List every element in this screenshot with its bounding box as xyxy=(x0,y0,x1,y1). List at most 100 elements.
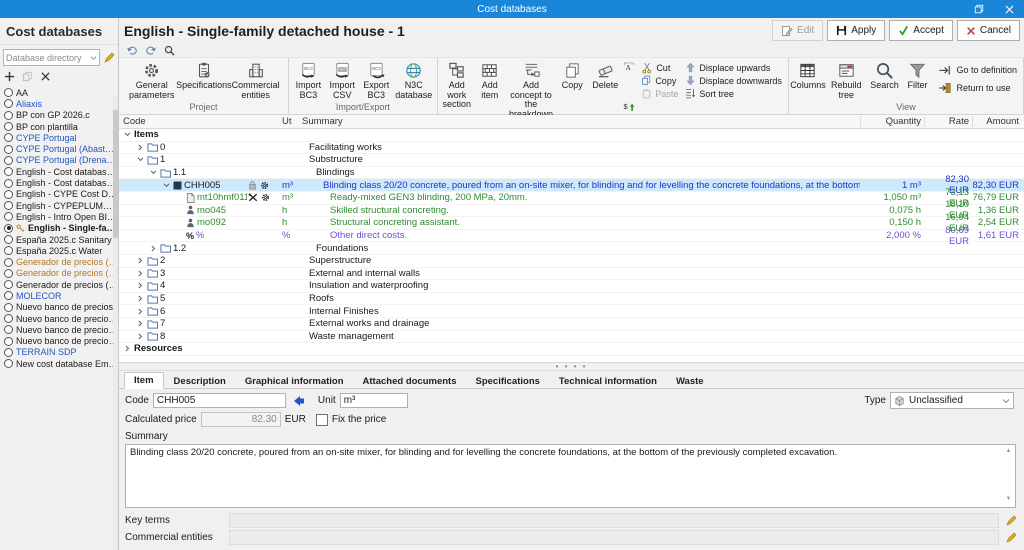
edit-directory-pencil-icon[interactable] xyxy=(103,52,115,64)
copy-button[interactable]: Copy xyxy=(638,74,681,87)
column-amount[interactable]: Amount xyxy=(972,116,1024,127)
sidebar-item[interactable]: CYPE Portugal xyxy=(0,132,118,143)
table-row[interactable]: mo092hStructural concreting assistant.0,… xyxy=(119,217,1024,230)
cancel-button[interactable]: Cancel xyxy=(957,20,1020,41)
radio-icon[interactable] xyxy=(4,133,13,142)
sidebar-item[interactable]: MOLECOR xyxy=(0,290,118,301)
chevron-collapsed-icon[interactable] xyxy=(136,270,145,277)
sidebar-item[interactable]: Generador de precios (sumin... xyxy=(0,268,118,279)
chevron-collapsed-icon[interactable] xyxy=(136,320,145,327)
sidebar-item[interactable]: TERRAIN SDP xyxy=(0,347,118,358)
chevron-collapsed-icon[interactable] xyxy=(136,144,145,151)
rebuild-tree-button[interactable]: Rebuild tree xyxy=(825,59,867,102)
radio-icon[interactable] xyxy=(4,122,13,131)
tab-technical-information[interactable]: Technical information xyxy=(550,374,666,389)
chevron-expanded-icon[interactable] xyxy=(162,183,171,188)
chevron-collapsed-icon[interactable] xyxy=(123,345,132,352)
table-row[interactable]: %%%Other direct costs.2,000 %80,69 EUR1,… xyxy=(119,230,1024,243)
radio-icon[interactable] xyxy=(4,325,13,334)
specifications-button[interactable]: Specifications xyxy=(183,59,226,102)
key-terms-field[interactable] xyxy=(229,513,999,528)
sidebar-item[interactable]: English - Cost databases - 1 xyxy=(0,177,118,188)
column-summary[interactable]: Summary xyxy=(302,116,860,127)
general-parameters-button[interactable]: General parameters xyxy=(122,59,182,102)
radio-icon[interactable] xyxy=(4,280,13,289)
table-row[interactable]: 1.2Foundations xyxy=(119,242,1024,255)
table-row[interactable]: 6Internal Finishes xyxy=(119,305,1024,318)
chevron-collapsed-icon[interactable] xyxy=(136,257,145,264)
sidebar-item[interactable]: English - Single-family d... xyxy=(0,223,118,234)
table-row[interactable]: 2Superstructure xyxy=(119,255,1024,268)
radio-icon[interactable] xyxy=(4,167,13,176)
tab-waste[interactable]: Waste xyxy=(667,374,713,389)
chevron-collapsed-icon[interactable] xyxy=(136,282,145,289)
redo-icon[interactable] xyxy=(145,45,157,56)
sort-tree-button[interactable]: Sort tree xyxy=(682,87,785,100)
paste-button[interactable]: Paste xyxy=(638,87,681,100)
undo-icon[interactable] xyxy=(126,45,138,56)
select-a-button[interactable]: A xyxy=(622,61,637,77)
sidebar-item[interactable]: España 2025.c Sanitary xyxy=(0,234,118,245)
export-bc3-button[interactable]: BC3Export BC3 xyxy=(360,59,393,102)
sidebar-item[interactable]: AA xyxy=(0,87,118,98)
radio-icon[interactable] xyxy=(4,111,13,120)
import-bc3-button[interactable]: BC3Import BC3 xyxy=(292,59,325,102)
sidebar-item[interactable]: Nuevo banco de precios a p... xyxy=(0,313,118,324)
table-row[interactable]: 4Insulation and waterproofing xyxy=(119,280,1024,293)
unit-input[interactable]: m³ xyxy=(340,393,408,408)
chevron-expanded-icon[interactable] xyxy=(123,132,132,137)
summary-textarea[interactable]: Blinding class 20/20 concrete, poured fr… xyxy=(125,444,1016,508)
table-row[interactable]: 1.1Blindings xyxy=(119,167,1024,180)
radio-icon[interactable] xyxy=(4,303,13,312)
return-to-use-button[interactable]: Return to use xyxy=(934,79,1020,97)
radio-icon[interactable] xyxy=(4,314,13,323)
sidebar-item[interactable]: English - CYPE Cost Databas... xyxy=(0,189,118,200)
table-row[interactable]: 0Facilitating works xyxy=(119,142,1024,155)
radio-icon[interactable] xyxy=(4,258,13,267)
column-ut[interactable]: Ut xyxy=(282,116,302,127)
tab-description[interactable]: Description xyxy=(165,374,235,389)
radio-icon[interactable] xyxy=(4,291,13,300)
columns-button[interactable]: Columns xyxy=(792,59,824,102)
edit-key-terms-button[interactable] xyxy=(1003,513,1018,528)
edit-commercial-entities-button[interactable] xyxy=(1003,530,1018,545)
table-row[interactable]: 8Waste management xyxy=(119,331,1024,344)
add-work-section-button[interactable]: Add work section xyxy=(441,59,473,119)
sidebar-item[interactable]: New cost database Empty xyxy=(0,358,118,369)
accept-button[interactable]: Accept xyxy=(889,20,953,41)
back-arrow-button[interactable] xyxy=(292,395,306,407)
column-code[interactable]: Code xyxy=(119,116,247,127)
column-rate[interactable]: Rate xyxy=(924,116,972,127)
zoom-icon[interactable] xyxy=(164,45,175,56)
panel-splitter[interactable]: • • • • xyxy=(119,362,1024,371)
filter-button[interactable]: Filter xyxy=(901,59,933,102)
radio-icon[interactable] xyxy=(4,201,13,210)
table-row[interactable]: mt10hmf011jbm³Ready-mixed GEN3 blinding,… xyxy=(119,192,1024,205)
commercial-entities-button[interactable]: Commercial entities xyxy=(226,59,285,102)
sidebar-item[interactable]: BP con GP 2026.c xyxy=(0,110,118,121)
table-row[interactable]: 3External and internal walls xyxy=(119,268,1024,281)
sidebar-item[interactable]: CYPE Portugal (Drenagem) xyxy=(0,155,118,166)
sidebar-item[interactable]: España 2025.c Water xyxy=(0,245,118,256)
radio-icon[interactable] xyxy=(4,145,13,154)
table-row[interactable]: 7External works and drainage xyxy=(119,318,1024,331)
radio-icon[interactable] xyxy=(4,179,13,188)
close-window-button[interactable] xyxy=(994,0,1024,18)
sidebar-item[interactable]: Nuevo banco de precios a p... xyxy=(0,324,118,335)
radio-icon[interactable] xyxy=(4,246,13,255)
radio-icon[interactable] xyxy=(4,88,13,97)
n3c-database-button[interactable]: N3C database xyxy=(394,59,434,102)
summary-scrollbar[interactable]: ▲▼ xyxy=(1003,446,1014,506)
sidebar-item[interactable]: Nuevo banco de precios xyxy=(0,302,118,313)
radio-icon[interactable] xyxy=(4,348,13,357)
sidebar-item[interactable]: Aliaxis xyxy=(0,98,118,109)
sidebar-item[interactable]: BP con plantilla xyxy=(0,121,118,132)
radio-icon[interactable] xyxy=(4,269,13,278)
radio-icon[interactable] xyxy=(4,156,13,165)
delete-button[interactable]: Delete xyxy=(589,59,621,119)
add-database-button[interactable] xyxy=(4,71,15,82)
import-csv-button[interactable]: CSVImport CSV xyxy=(326,59,359,102)
table-row[interactable]: CHH005m³Blinding class 20/20 concrete, p… xyxy=(119,179,1024,192)
go-to-definition-button[interactable]: Go to definition xyxy=(934,61,1020,79)
column-quantity[interactable]: Quantity xyxy=(860,116,924,127)
